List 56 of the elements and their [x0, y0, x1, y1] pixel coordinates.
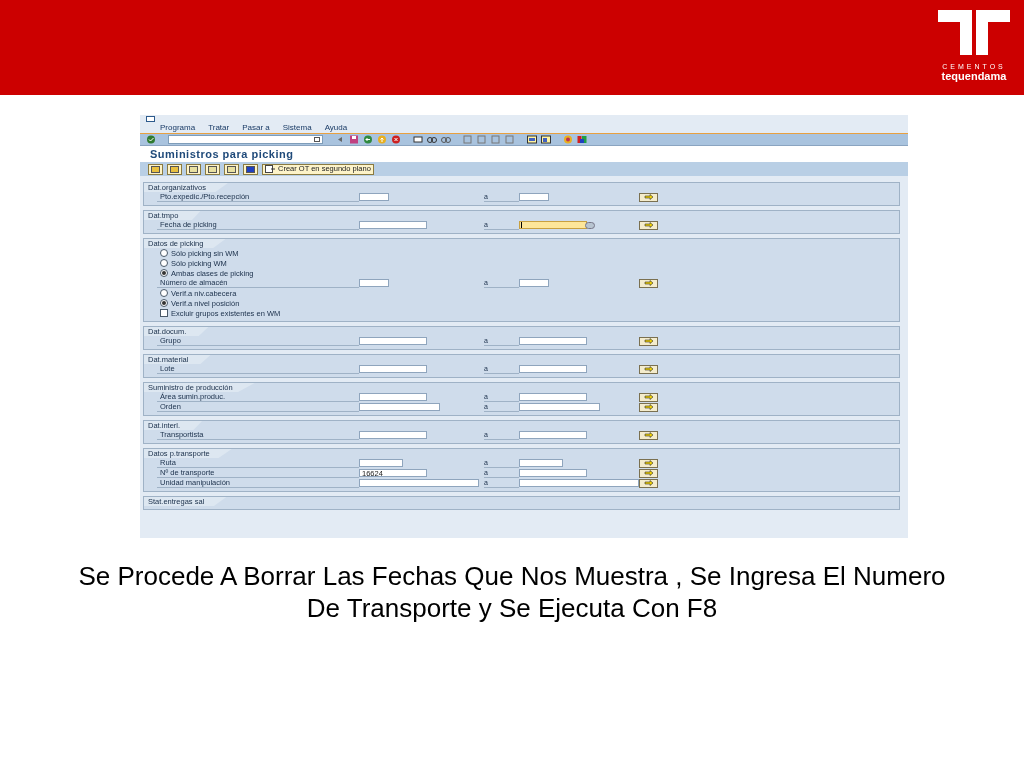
radio-button[interactable]: [160, 249, 168, 257]
menu-item[interactable]: Sistema: [282, 123, 312, 132]
multiple-selection-button[interactable]: [639, 478, 658, 488]
input-field[interactable]: [359, 393, 427, 401]
check-icon[interactable]: [146, 135, 156, 144]
logo-text: tequendama: [941, 71, 1007, 82]
menu-item[interactable]: Tratar: [208, 123, 230, 132]
input-field[interactable]: [359, 365, 427, 373]
input-field[interactable]: [519, 279, 549, 287]
input-field[interactable]: [519, 431, 587, 439]
radio-button[interactable]: [160, 289, 168, 297]
command-field[interactable]: [168, 135, 323, 144]
menu-item[interactable]: Programa: [160, 123, 196, 132]
radio-button[interactable]: [160, 269, 168, 277]
multiple-selection-button[interactable]: [639, 364, 658, 374]
input-field[interactable]: [359, 459, 403, 467]
input-field[interactable]: [519, 193, 549, 201]
screen-title: Suministros para picking: [150, 146, 294, 162]
multiple-selection-button[interactable]: [639, 402, 658, 412]
multiple-selection-button[interactable]: [639, 468, 658, 478]
input-field[interactable]: [359, 279, 389, 287]
multiple-selection-button[interactable]: [639, 430, 658, 440]
input-field[interactable]: [519, 403, 600, 411]
input-field[interactable]: [519, 337, 587, 345]
input-field[interactable]: [519, 469, 587, 477]
input-field[interactable]: [359, 403, 440, 411]
checkbox[interactable]: [160, 309, 168, 317]
input-field[interactable]: [519, 365, 587, 373]
caption: Se Procede A Borrar Las Fechas Que Nos Muestra , Se Ingresa El Numero De Transporte y Se Ejecuta Con F8: [77, 560, 947, 624]
multiple-selection-button[interactable]: [639, 192, 658, 202]
multiple-selection-button[interactable]: [639, 278, 658, 288]
radio-button[interactable]: [160, 259, 168, 267]
cancel-icon[interactable]: [391, 135, 401, 144]
input-field[interactable]: [519, 479, 639, 487]
menu-item[interactable]: Ayuda: [324, 123, 348, 132]
multiple-selection-button[interactable]: [639, 220, 658, 230]
dropdown-icon[interactable]: [314, 137, 320, 142]
save-icon[interactable]: [349, 135, 359, 144]
input-field[interactable]: [359, 337, 427, 345]
menu-icon[interactable]: [146, 115, 155, 122]
input-field[interactable]: [359, 431, 427, 439]
input-field[interactable]: [519, 221, 587, 229]
value-help-icon[interactable]: [585, 221, 595, 229]
multiple-selection-button[interactable]: [639, 336, 658, 346]
input-field[interactable]: [359, 221, 427, 229]
menu-item[interactable]: Pasar a: [242, 123, 270, 132]
input-field[interactable]: [359, 193, 389, 201]
input-field[interactable]: [359, 479, 479, 487]
input-field[interactable]: [519, 393, 587, 401]
radio-button[interactable]: [160, 299, 168, 307]
multiple-selection-button[interactable]: [639, 392, 658, 402]
back-icon[interactable]: [363, 135, 373, 144]
document-icon: [265, 165, 275, 173]
input-field[interactable]: [519, 459, 563, 467]
logo-icon: [938, 10, 1010, 55]
multiple-selection-button[interactable]: [639, 458, 658, 468]
